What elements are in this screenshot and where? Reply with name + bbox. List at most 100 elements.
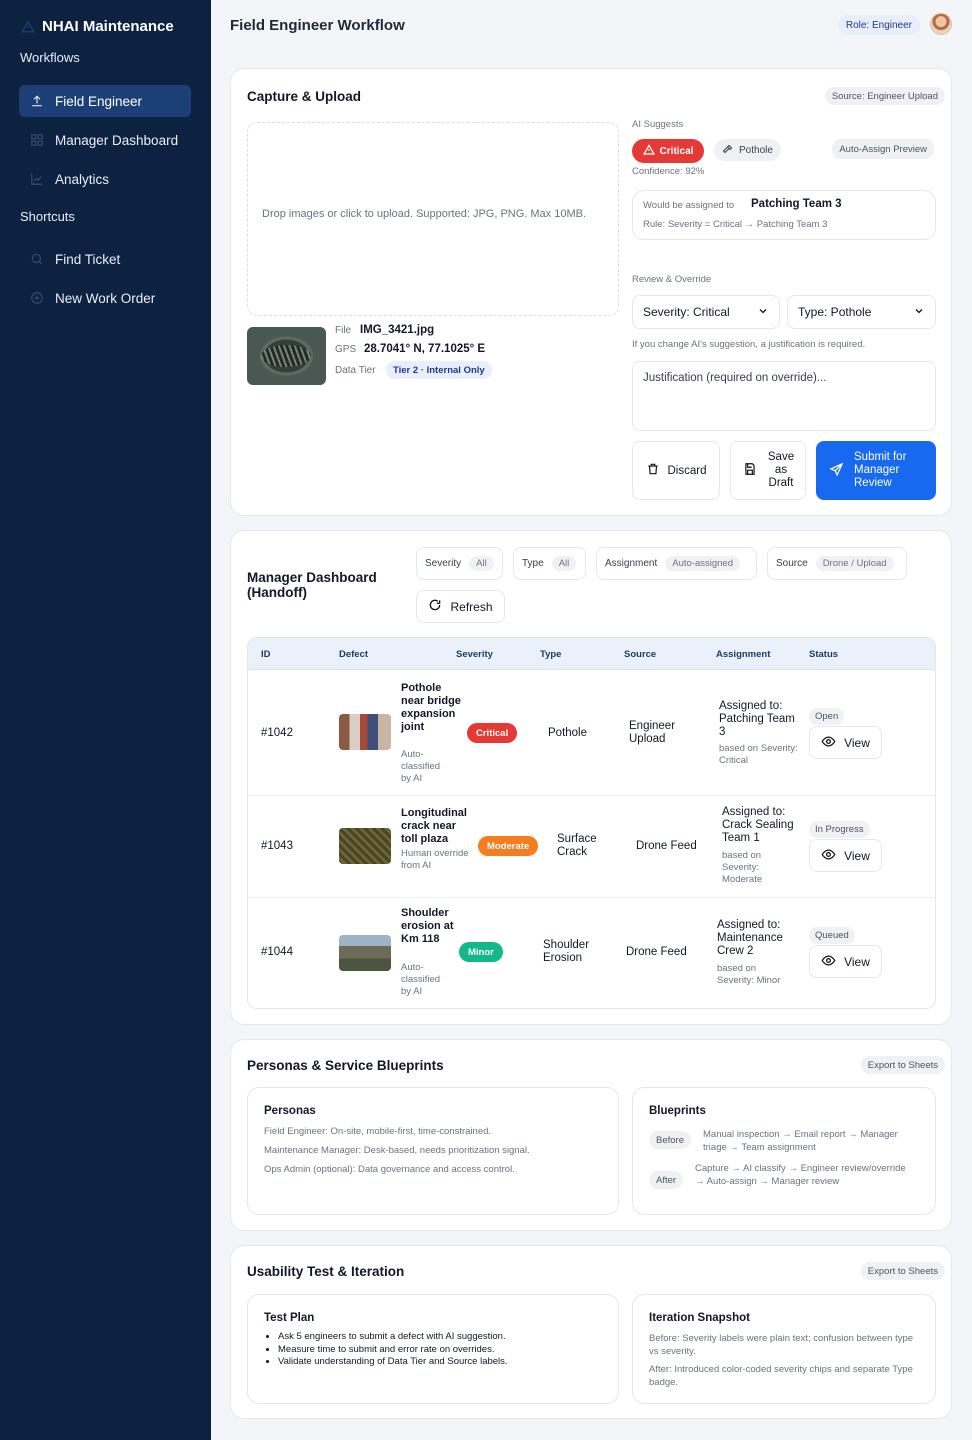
- col-type[interactable]: Type: [540, 649, 561, 660]
- shortcut-label: New Work Order: [55, 290, 156, 306]
- assignment-basis: based on Severity: Minor: [717, 963, 781, 986]
- col-source[interactable]: Source: [624, 649, 656, 660]
- source-badge: Source: Engineer Upload: [824, 87, 945, 105]
- test-plan-title: Test Plan: [264, 1312, 315, 1324]
- severity-select[interactable]: Severity: Critical: [632, 295, 780, 329]
- filter-assignment[interactable]: Assignment Auto-assigned: [596, 547, 757, 580]
- brand: NHAI Maintenance: [20, 18, 174, 35]
- filter-type[interactable]: Type All: [513, 547, 586, 580]
- justification-field[interactable]: Justification (required on override)...: [632, 361, 936, 431]
- blueprints-box-title: Blueprints: [649, 1105, 706, 1117]
- assignment-basis: based on Severity: Moderate: [722, 850, 763, 885]
- shortcut-new-work-order[interactable]: New Work Order: [19, 282, 191, 314]
- type-chip[interactable]: Pothole: [714, 139, 781, 161]
- iteration-snapshot-title: Iteration Snapshot: [649, 1312, 750, 1324]
- persona-line: Ops Admin (optional): Data governance an…: [264, 1164, 515, 1175]
- review-override-label: Review & Override: [632, 274, 712, 285]
- list-item: Validate understanding of Data Tier and …: [278, 1356, 508, 1369]
- view-button[interactable]: View: [809, 945, 882, 978]
- tickets-table: ID Defect Severity Type Source Assignmen…: [247, 637, 936, 1009]
- filter-value: Drone / Upload: [815, 556, 894, 571]
- manager-dashboard-card: Manager Dashboard (Handoff) Severity All…: [230, 530, 952, 1025]
- hammer-icon: [722, 143, 734, 158]
- plus-circle-icon: [29, 290, 45, 306]
- upload-icon: [29, 93, 45, 109]
- usability-section-title: Usability Test & Iteration: [247, 1264, 405, 1279]
- snapshot-after: After: Introduced color-coded severity c…: [649, 1364, 913, 1388]
- send-icon: [829, 462, 844, 480]
- chevron-down-icon: [757, 305, 769, 320]
- eye-icon: [821, 847, 836, 865]
- sidebar-item-manager-dashboard[interactable]: Manager Dashboard: [19, 124, 191, 156]
- col-id[interactable]: ID: [261, 649, 271, 660]
- sidebar-item-label: Manager Dashboard: [55, 132, 179, 148]
- col-assignment[interactable]: Assignment: [716, 649, 770, 660]
- defect-type: Surface Crack: [557, 833, 597, 858]
- dropzone-text: Drop images or click to upload. Supporte…: [262, 208, 587, 220]
- table-row[interactable]: #1043 Longitudinal crack near toll plaza…: [248, 796, 935, 898]
- before-tag: Before: [649, 1131, 691, 1149]
- personas-box-title: Personas: [264, 1105, 316, 1117]
- shortcut-find-ticket[interactable]: Find Ticket: [19, 243, 191, 275]
- search-icon: [29, 251, 45, 267]
- col-defect[interactable]: Defect: [339, 649, 368, 660]
- defect-source: Drone Feed: [626, 946, 687, 958]
- view-button[interactable]: View: [809, 839, 882, 872]
- refresh-icon: [428, 598, 442, 615]
- save-draft-button[interactable]: Save as Draft: [730, 441, 806, 500]
- role-badge[interactable]: Role: Engineer: [837, 15, 920, 35]
- type-select[interactable]: Type: Pothole: [787, 295, 936, 329]
- iteration-snapshot-box: Iteration Snapshot Before: Severity labe…: [632, 1294, 936, 1404]
- table-row[interactable]: #1044 Shoulder erosion at Km 118 Auto-cl…: [248, 898, 935, 1008]
- ticket-id: #1043: [261, 840, 293, 852]
- type-select-value: Type: Pothole: [798, 305, 872, 319]
- filter-value: Auto-assigned: [665, 556, 740, 571]
- defect-title: Shoulder erosion at Km 118: [401, 907, 454, 945]
- submit-label: Submit for Manager Review: [854, 451, 907, 489]
- before-text: Manual inspection → Email report → Manag…: [703, 1129, 898, 1153]
- filter-label: Assignment: [605, 558, 658, 569]
- view-label: View: [844, 954, 870, 969]
- defect-thumbnail: [339, 935, 391, 971]
- severity-chip-critical[interactable]: Critical: [632, 139, 704, 163]
- test-plan-list: Ask 5 engineers to submit a defect with …: [264, 1331, 508, 1369]
- shortcut-label: Find Ticket: [55, 251, 121, 267]
- filter-label: Source: [776, 558, 808, 569]
- confidence-text: Confidence: 92%: [632, 166, 705, 177]
- sidebar-item-analytics[interactable]: Analytics: [19, 163, 191, 195]
- filter-label: Severity: [425, 558, 462, 569]
- defect-type: Shoulder Erosion: [543, 939, 590, 964]
- type-chip-label: Pothole: [739, 144, 773, 156]
- filter-severity[interactable]: Severity All: [416, 547, 503, 580]
- page-title: Field Engineer Workflow: [230, 17, 405, 34]
- personas-section-title: Personas & Service Blueprints: [247, 1058, 444, 1073]
- export-sheets-button[interactable]: Export to Sheets: [860, 1262, 945, 1280]
- filter-source[interactable]: Source Drone / Upload: [767, 547, 907, 580]
- defect-sub: Auto-classified by AI: [401, 962, 441, 997]
- severity-badge: Moderate: [478, 836, 539, 856]
- assign-prefix: Would be assigned to: [643, 200, 735, 211]
- eye-icon: [821, 953, 836, 971]
- discard-button[interactable]: Discard: [632, 441, 720, 500]
- avatar[interactable]: [930, 13, 952, 35]
- table-row[interactable]: #1042 Pothole near bridge expansion join…: [248, 670, 935, 796]
- gps-label: GPS: [335, 344, 357, 355]
- upload-dropzone[interactable]: Drop images or click to upload. Supporte…: [247, 122, 619, 316]
- override-note: If you change AI's suggestion, a justifi…: [632, 339, 866, 350]
- assignment-preview-box: Would be assigned to Patching Team 3 Rul…: [632, 190, 936, 240]
- col-severity[interactable]: Severity: [456, 649, 493, 660]
- data-tier-badge: Tier 2 · Internal Only: [386, 361, 492, 379]
- sidebar-item-field-engineer[interactable]: Field Engineer: [19, 85, 191, 117]
- list-item: Measure time to submit and error rate on…: [278, 1344, 508, 1357]
- refresh-button[interactable]: Refresh: [416, 590, 505, 623]
- dashboard-title: Manager Dashboard (Handoff): [247, 570, 377, 600]
- sidebar-item-label: Field Engineer: [55, 93, 143, 109]
- view-button[interactable]: View: [809, 726, 882, 759]
- file-label: File: [335, 325, 352, 336]
- export-sheets-button[interactable]: Export to Sheets: [860, 1056, 945, 1074]
- col-status[interactable]: Status: [809, 649, 838, 660]
- submit-review-button[interactable]: Submit for Manager Review: [816, 441, 936, 500]
- severity-chip-label: Critical: [659, 145, 694, 157]
- shortcuts-label: Shortcuts: [20, 209, 75, 224]
- usability-card: Usability Test & Iteration Export to She…: [230, 1245, 952, 1419]
